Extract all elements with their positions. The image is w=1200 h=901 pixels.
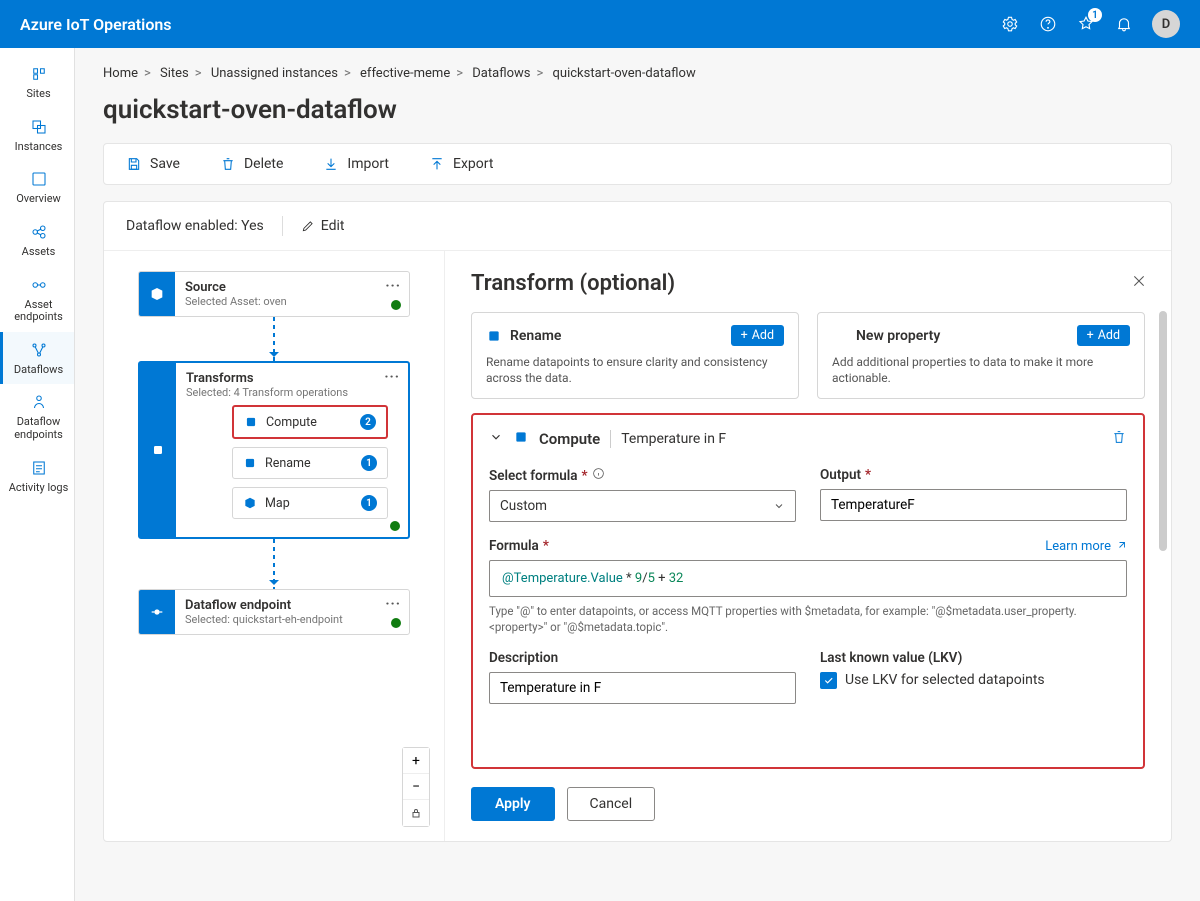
- save-button[interactable]: Save: [126, 156, 180, 172]
- bell-icon[interactable]: [1114, 14, 1134, 34]
- activity-logs-icon: [29, 458, 49, 478]
- zoom-controls: + −: [402, 747, 430, 827]
- node-transforms[interactable]: Transforms Selected: 4 Transform operati…: [138, 361, 410, 539]
- newprop-card: New property + Add Add additional proper…: [817, 312, 1145, 399]
- edit-button[interactable]: Edit: [301, 218, 345, 234]
- formula-hint: Type "@" to enter datapoints, or access …: [489, 603, 1127, 635]
- topbar-actions: 1 D: [1000, 10, 1180, 38]
- delete-button[interactable]: Delete: [220, 156, 283, 172]
- delete-compute-button[interactable]: [1111, 429, 1127, 449]
- scrollbar[interactable]: [1159, 311, 1167, 551]
- avatar[interactable]: D: [1152, 10, 1180, 38]
- node-endpoint[interactable]: Dataflow endpoint Selected: quickstart-e…: [138, 589, 410, 635]
- crumb-current: quickstart-oven-dataflow: [553, 66, 696, 81]
- page-title: quickstart-oven-dataflow: [103, 95, 1172, 125]
- nav-sites[interactable]: Sites: [0, 56, 74, 109]
- crumb-unassigned[interactable]: Unassigned instances: [211, 66, 338, 81]
- assets-icon: [29, 222, 49, 242]
- import-button[interactable]: Import: [323, 156, 389, 172]
- feedback-icon[interactable]: 1: [1076, 14, 1096, 34]
- overview-icon: [29, 169, 49, 189]
- topbar: Azure IoT Operations 1 D: [0, 0, 1200, 48]
- newprop-icon: [832, 328, 848, 344]
- output-input[interactable]: [820, 489, 1127, 521]
- export-button[interactable]: Export: [429, 156, 493, 172]
- crumb-instance[interactable]: effective-meme: [360, 66, 450, 81]
- cube-icon: [139, 272, 175, 316]
- asset-endpoints-icon: [29, 275, 49, 295]
- nav-dataflow-endpoints[interactable]: Dataflow endpoints: [0, 384, 74, 449]
- description-input[interactable]: [489, 672, 796, 704]
- lkv-check-label: Use LKV for selected datapoints: [845, 672, 1045, 688]
- more-icon[interactable]: ···: [384, 369, 400, 385]
- left-nav: Sites Instances Overview Assets Asset en…: [0, 48, 75, 901]
- dataflow-endpoints-icon: [29, 392, 49, 412]
- crumb-dataflows[interactable]: Dataflows: [472, 66, 530, 81]
- nav-overview[interactable]: Overview: [0, 161, 74, 214]
- nav-activity-logs[interactable]: Activity logs: [0, 450, 74, 503]
- zoom-in-button[interactable]: +: [403, 748, 429, 774]
- add-newprop-button[interactable]: + Add: [1077, 325, 1130, 346]
- formula-select[interactable]: Custom: [489, 490, 796, 522]
- canvas: Dataflow enabled: Yes Edit Source Select…: [103, 201, 1172, 842]
- cancel-button[interactable]: Cancel: [567, 787, 656, 821]
- app-title: Azure IoT Operations: [20, 15, 172, 34]
- compute-icon: [513, 429, 529, 449]
- breadcrumb: Home> Sites> Unassigned instances> effec…: [103, 66, 1172, 81]
- rename-icon: [486, 328, 502, 344]
- nav-instances[interactable]: Instances: [0, 109, 74, 162]
- subnode-map[interactable]: Map1: [232, 487, 388, 519]
- crumb-home[interactable]: Home: [103, 66, 138, 81]
- panel-title: Transform (optional): [471, 271, 1145, 296]
- apply-button[interactable]: Apply: [471, 787, 555, 821]
- endpoint-icon: [139, 590, 175, 634]
- transform-icon: [140, 363, 176, 537]
- status-ok-icon: [390, 521, 400, 531]
- toolbar: Save Delete Import Export: [103, 143, 1172, 185]
- sites-icon: [29, 64, 49, 84]
- compute-section: Compute Temperature in F Select formula …: [471, 413, 1145, 769]
- dataflows-icon: [29, 340, 49, 360]
- zoom-out-button[interactable]: −: [403, 774, 429, 800]
- zoom-lock-button[interactable]: [403, 800, 429, 826]
- status-ok-icon: [391, 618, 401, 628]
- close-button[interactable]: [1131, 273, 1147, 293]
- lkv-checkbox[interactable]: [820, 672, 837, 689]
- transform-panel: Transform (optional) Rename + Add Rename…: [444, 251, 1171, 841]
- main: Home> Sites> Unassigned instances> effec…: [75, 48, 1200, 901]
- nav-assets[interactable]: Assets: [0, 214, 74, 267]
- pipeline: Source Selected Asset: oven ··· Transfor…: [104, 251, 444, 841]
- learn-more-link[interactable]: Learn more: [1045, 539, 1127, 554]
- rename-card: Rename + Add Rename datapoints to ensure…: [471, 312, 799, 399]
- formula-input[interactable]: @Temperature.Value * 9/5 + 32: [489, 560, 1127, 597]
- instances-icon: [29, 117, 49, 137]
- info-icon[interactable]: [592, 467, 605, 484]
- node-source[interactable]: Source Selected Asset: oven ···: [138, 271, 410, 317]
- notif-badge: 1: [1088, 8, 1102, 22]
- more-icon[interactable]: ···: [385, 278, 401, 294]
- canvas-head: Dataflow enabled: Yes Edit: [104, 202, 1171, 251]
- add-rename-button[interactable]: + Add: [731, 325, 784, 346]
- help-icon[interactable]: [1038, 14, 1058, 34]
- settings-icon[interactable]: [1000, 14, 1020, 34]
- more-icon[interactable]: ···: [385, 596, 401, 612]
- enabled-label: Dataflow enabled:: [126, 218, 241, 234]
- enabled-value: Yes: [241, 218, 264, 234]
- subnode-rename[interactable]: Rename1: [232, 447, 388, 479]
- crumb-sites[interactable]: Sites: [160, 66, 189, 81]
- nav-dataflows[interactable]: Dataflows: [0, 332, 74, 385]
- subnode-compute[interactable]: Compute2: [232, 405, 388, 439]
- chevron-down-icon[interactable]: [489, 430, 503, 448]
- nav-asset-endpoints[interactable]: Asset endpoints: [0, 267, 74, 332]
- status-ok-icon: [391, 300, 401, 310]
